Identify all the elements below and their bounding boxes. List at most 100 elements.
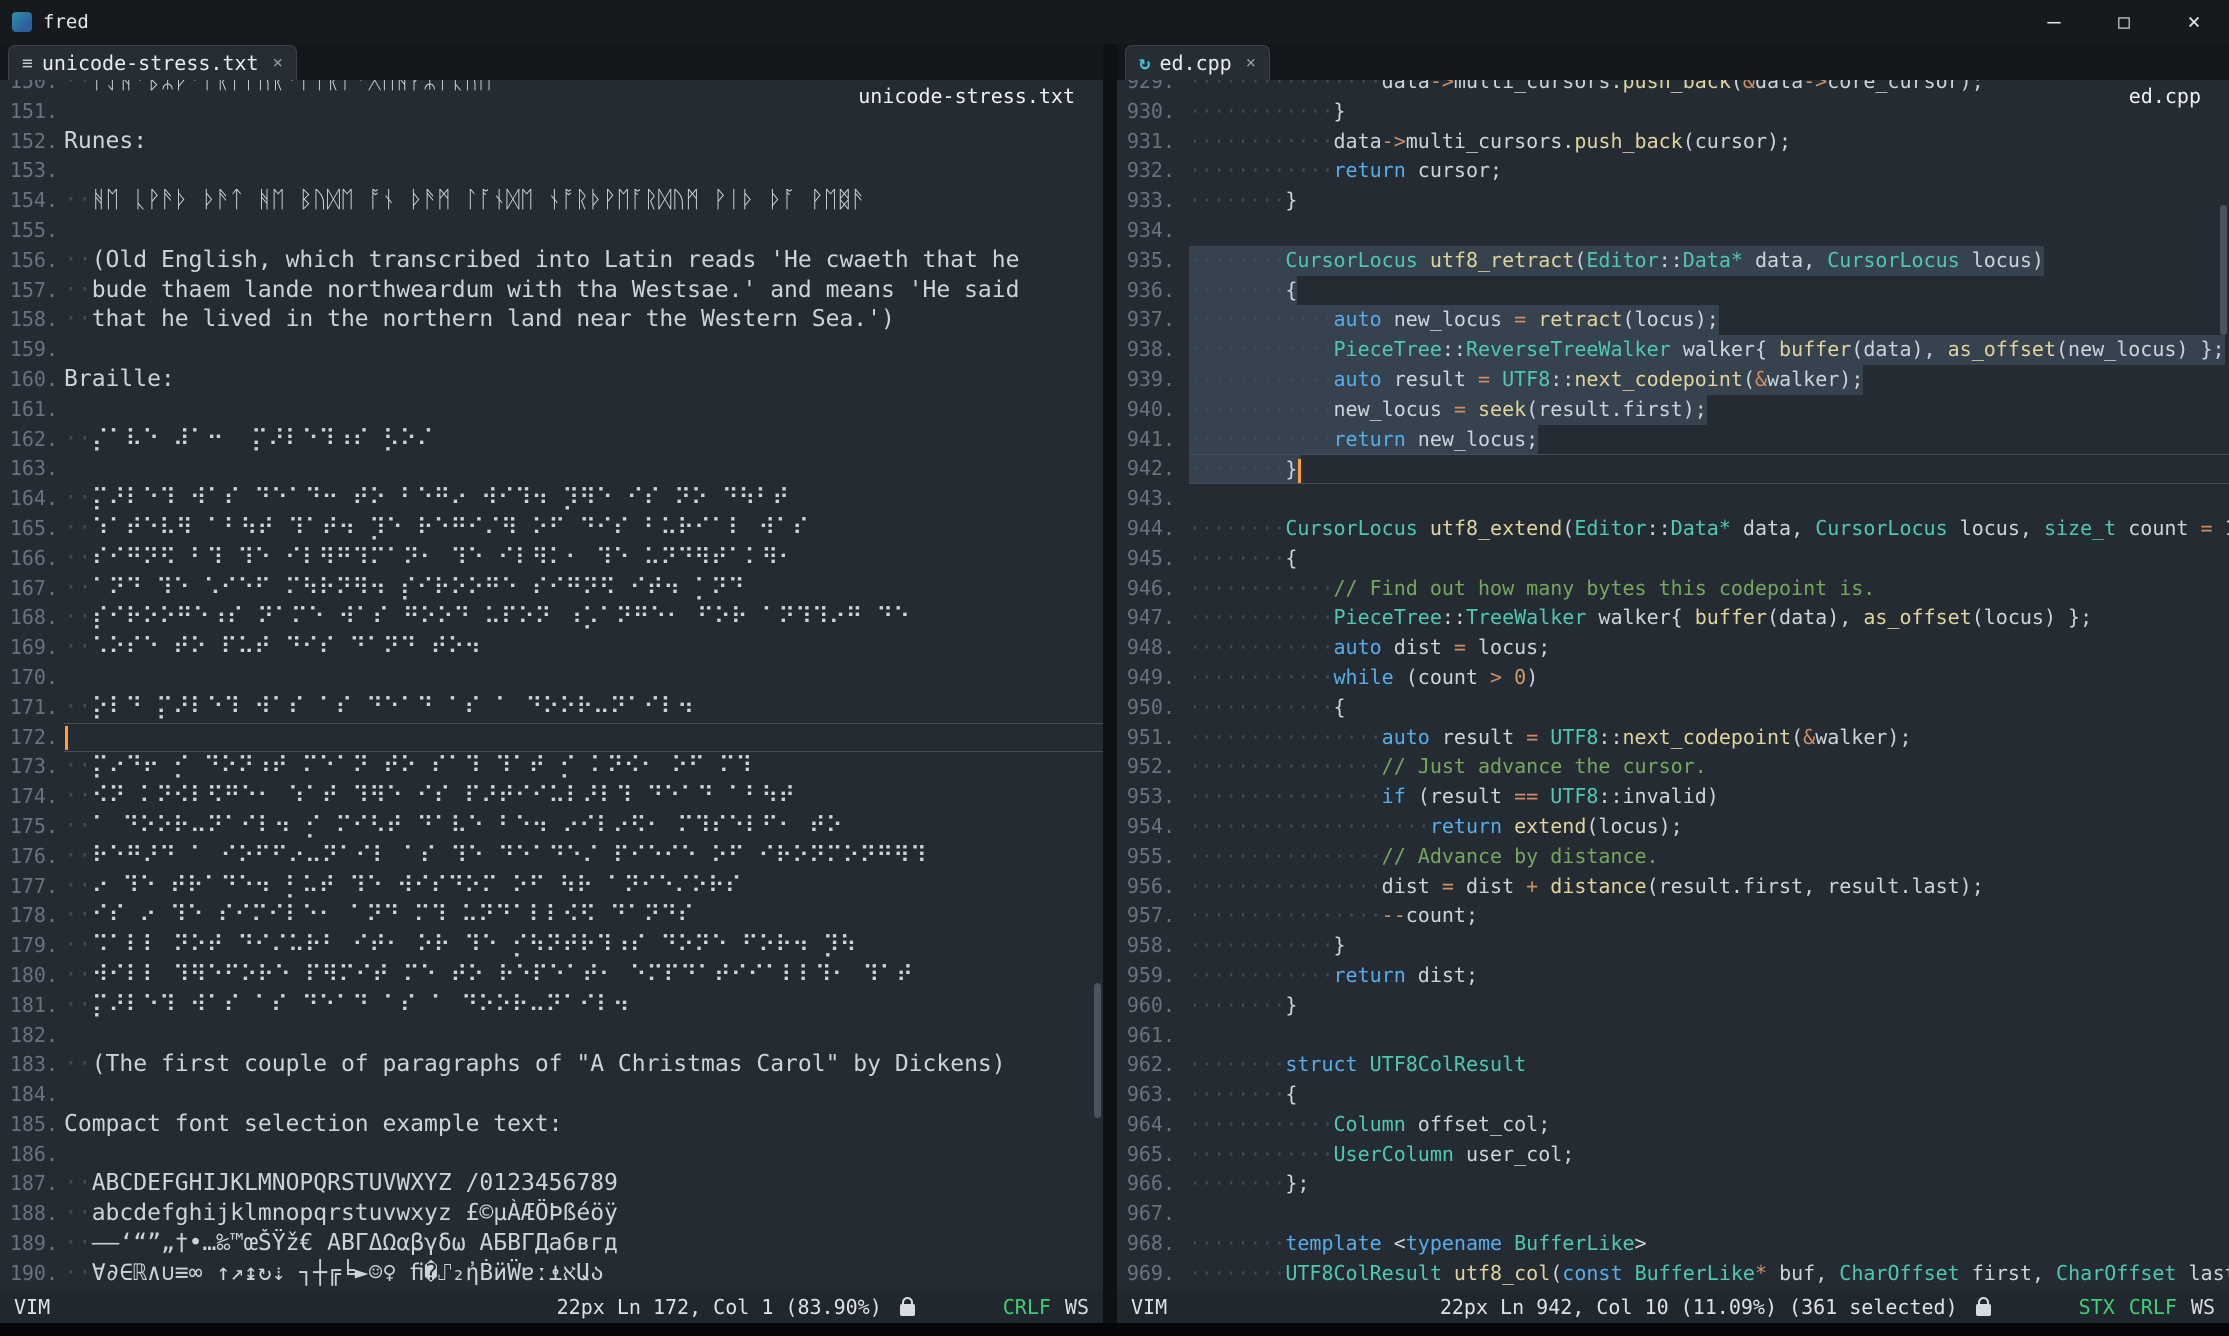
left-scrollbar-thumb[interactable]: [1094, 983, 1101, 1118]
code-line[interactable]: ··⡌⠁⠧⠑ ⠼⠁⠒ ⡍⠜⠇⠑⠹⠰⠎ ⡣⠕⠌: [64, 425, 1103, 455]
code-line[interactable]: ················// Advance by distance.: [1189, 842, 2229, 872]
code-line[interactable]: ················--count;: [1189, 901, 2229, 931]
token: ⠊⠎ ⠔ ⠹⠑ ⠎⠊⠍⠊⠇⠑⠂ ⠁⠝⠙ ⠍⠹ ⠥⠝⠙⠁⠇⠇⠪⠫ ⠙⠁⠝⠙⠎: [92, 902, 694, 928]
tab-unicode-stress-txt[interactable]: ≡ unicode-stress.txt ×: [8, 45, 297, 80]
code-line[interactable]: ················// Just advance the curs…: [1189, 752, 2229, 782]
code-line[interactable]: ··ᚻᛖ ᚳᚹᚫᚦ ᚦᚫᛏ ᚻᛖ ᛒᚢᛞᛖ ᚩᚾ ᚦᚫᛗ ᛚᚪᚾᛞᛖ ᚾᚩᚱᚦᚹ…: [64, 186, 1103, 216]
code-line[interactable]: ············auto result = UTF8::next_cod…: [1189, 365, 2229, 395]
code-line[interactable]: [1189, 1199, 2229, 1229]
code-line[interactable]: ········{: [1189, 544, 2229, 574]
code-line[interactable]: ············new_locus = seek(result.firs…: [1189, 395, 2229, 425]
code-line[interactable]: [1189, 1021, 2229, 1051]
code-line[interactable]: ··ABCDEFGHIJKLMNOPQRSTUVWXYZ /0123456789: [64, 1169, 1103, 1199]
code-line[interactable]: [64, 216, 1103, 246]
editor-row: 936.········{: [1117, 276, 2229, 306]
code-line[interactable]: [64, 1021, 1103, 1051]
code-line[interactable]: [64, 663, 1103, 693]
left-editor-area[interactable]: unicode-stress.txt 150.··ᚠᛇᚻ᛫ᛒᛦᚦ᛫ᚠᚱᚩᚠᚢᚱ᛫…: [0, 80, 1103, 1291]
code-line[interactable]: ········CursorLocus utf8_retract(Editor:…: [1189, 246, 2229, 276]
code-line[interactable]: ············// Find out how many bytes t…: [1189, 574, 2229, 604]
code-line[interactable]: ················auto result = UTF8::next…: [1189, 723, 2229, 753]
code-line[interactable]: ··bude thaem lande northweardum with tha…: [64, 276, 1103, 306]
editor-row: 943.: [1117, 484, 2229, 514]
pane-divider[interactable]: [1103, 44, 1117, 1323]
right-editor-area[interactable]: ed.cpp 929.················data->multi_c…: [1117, 80, 2229, 1291]
close-button[interactable]: ×: [2159, 0, 2229, 44]
code-line[interactable]: ··⠔ ⠹⠑ ⠞⠗⠁⠙⠑⠲ ⡃⠥⠞ ⠹⠑ ⠺⠊⠎⠙⠕⠍ ⠕⠋ ⠳⠗ ⠁⠝⠊⠑⠌⠕…: [64, 872, 1103, 902]
code-line[interactable]: ············auto dist = locus;: [1189, 633, 2229, 663]
right-scrollbar-thumb[interactable]: [2220, 205, 2227, 335]
code-line[interactable]: ··(The first couple of paragraphs of "A …: [64, 1050, 1103, 1080]
code-line[interactable]: ············UserColumn user_col;: [1189, 1140, 2229, 1170]
code-line[interactable]: ··–—‘“”„†•…‰™œŠŸž€ ΑΒΓΔΩαβγδω АБВГДабвгд: [64, 1229, 1103, 1259]
whitespace-dots: ············: [1189, 367, 1334, 391]
code-line[interactable]: ············while (count > 0): [1189, 663, 2229, 693]
code-line[interactable]: Braille:: [64, 365, 1103, 395]
code-line[interactable]: [1189, 216, 2229, 246]
code-line[interactable]: ········UTF8ColResult utf8_col(const Buf…: [1189, 1259, 2229, 1289]
code-line[interactable]: ········template <typename BufferLike>: [1189, 1229, 2229, 1259]
code-line[interactable]: ············Column offset_col;: [1189, 1110, 2229, 1140]
code-line[interactable]: [64, 723, 1103, 753]
editor-row: 176.··⠗⠑⠛⠜⠙ ⠁ ⠊⠕⠋⠋⠔⠤⠝⠁⠊⠇ ⠁⠎ ⠹⠑ ⠙⠑⠁⠙⠑⠌ ⠏⠊…: [0, 842, 1103, 872]
code-line[interactable]: ········CursorLocus utf8_extend(Editor::…: [1189, 514, 2229, 544]
code-line[interactable]: [1189, 484, 2229, 514]
code-line[interactable]: ············PieceTree::ReverseTreeWalker…: [1189, 335, 2229, 365]
code-line[interactable]: ··⠊⠎ ⠔ ⠹⠑ ⠎⠊⠍⠊⠇⠑⠂ ⠁⠝⠙ ⠍⠹ ⠥⠝⠙⠁⠇⠇⠪⠫ ⠙⠁⠝⠙⠎: [64, 901, 1103, 931]
token: ∀∂∈ℝ∧∪≡∞ ↑↗↨↻⇣ ┐┼╔╘►☺♀ ﬁ�⑀₂ἠḂӥẄɐː⍎אԱა: [92, 1260, 604, 1286]
code-line[interactable]: ··abcdefghijklmnopqrstuvwxyz £©µÀÆÖÞßéöÿ: [64, 1199, 1103, 1229]
code-line[interactable]: ············}: [1189, 931, 2229, 961]
minimize-button[interactable]: —: [2019, 0, 2089, 44]
code-line[interactable]: ··∀∂∈ℝ∧∪≡∞ ↑↗↨↻⇣ ┐┼╔╘►☺♀ ﬁ�⑀₂ἠḂӥẄɐː⍎אԱა: [64, 1259, 1103, 1289]
code-line[interactable]: [64, 335, 1103, 365]
code-line[interactable]: ··⠱⠁⠞⠑⠧⠻ ⠁⠃⠳⠞ ⠹⠁⠞⠲ ⡹⠑ ⠗⠑⠛⠊⠌⠻ ⠕⠋ ⠙⠊⠎ ⠃⠥⠗⠊…: [64, 514, 1103, 544]
code-line[interactable]: ············return cursor;: [1189, 156, 2229, 186]
whitespace-dots: ··: [64, 992, 92, 1018]
code-line[interactable]: ············auto new_locus = retract(loc…: [1189, 305, 2229, 335]
code-line[interactable]: ········}: [1189, 186, 2229, 216]
code-line[interactable]: ··⠁ ⠙⠕⠕⠗⠤⠝⠁⠊⠇⠲ ⡊ ⠍⠊⠣⠞ ⠙⠁⠧⠑ ⠃⠑⠲ ⠔⠊⠇⠔⠫⠂ ⠍⠹…: [64, 812, 1103, 842]
code-line[interactable]: ··⠪⠝ ⠅⠝⠪⠇⠫⠛⠑⠂ ⠱⠁⠞ ⠹⠻⠑ ⠊⠎ ⠏⠜⠞⠊⠊⠥⠇⠜⠇⠹ ⠙⠑⠁⠙…: [64, 782, 1103, 812]
code-line[interactable]: ········struct UTF8ColResult: [1189, 1050, 2229, 1080]
tab-close-icon[interactable]: ×: [1246, 53, 1256, 73]
code-line[interactable]: ··⡕⠇⠙ ⡍⠜⠇⠑⠹ ⠺⠁⠎ ⠁⠎ ⠙⠑⠁⠙ ⠁⠎ ⠁ ⠙⠕⠕⠗⠤⠝⠁⠊⠇⠲: [64, 693, 1103, 723]
code-line[interactable]: [64, 1140, 1103, 1170]
code-line[interactable]: ····················return extend(locus)…: [1189, 812, 2229, 842]
tab-close-icon[interactable]: ×: [273, 53, 283, 73]
code-line[interactable]: Compact font selection example text:: [64, 1110, 1103, 1140]
tab-ed-cpp[interactable]: ↻ ed.cpp ×: [1125, 45, 1270, 80]
code-line[interactable]: ········{: [1189, 1080, 2229, 1110]
code-line[interactable]: ··⡎⠊⠗⠕⠕⠛⠑⠰⠎ ⠝⠁⠍⠑ ⠺⠁⠎ ⠛⠕⠕⠙ ⠥⠏⠕⠝ ⠰⡡⠁⠝⠛⠑⠂ ⠋…: [64, 603, 1103, 633]
code-line[interactable]: ················dist = dist + distance(r…: [1189, 872, 2229, 902]
code-text: ··abcdefghijklmnopqrstuvwxyz £©µÀÆÖÞßéöÿ: [64, 1199, 618, 1229]
code-line[interactable]: ··⡍⠜⠇⠑⠹ ⠺⠁⠎ ⠙⠑⠁⠙⠒ ⠞⠕ ⠃⠑⠛⠔ ⠺⠊⠹⠲ ⡹⠻⠑ ⠊⠎ ⠝⠕…: [64, 484, 1103, 514]
code-line[interactable]: ··⠗⠑⠛⠜⠙ ⠁ ⠊⠕⠋⠋⠔⠤⠝⠁⠊⠇ ⠁⠎ ⠹⠑ ⠙⠑⠁⠙⠑⠌ ⠏⠊⠑⠊⠑ …: [64, 842, 1103, 872]
code-line[interactable]: ··⠡⠕⠎⠑ ⠞⠕ ⠏⠥⠞ ⠙⠊⠎ ⠙⠁⠝⠙ ⠞⠕⠲: [64, 633, 1103, 663]
code-line[interactable]: ········{: [1189, 276, 2229, 306]
code-line[interactable]: Runes:: [64, 127, 1103, 157]
code-line[interactable]: ············return dist;: [1189, 961, 2229, 991]
code-line[interactable]: ··⠁⠝⠙ ⠹⠑ ⠡⠊⠑⠋ ⠍⠳⠗⠝⠻⠲ ⡎⠊⠗⠕⠕⠛⠑ ⠎⠊⠛⠝⠫ ⠊⠞⠲ ⡁…: [64, 574, 1103, 604]
code-line[interactable]: [64, 454, 1103, 484]
code-line[interactable]: ············}: [1189, 97, 2229, 127]
code-line[interactable]: ················data->multi_cursors.push…: [1189, 80, 2229, 97]
code-line[interactable]: ··⠩⠁⠇⠇ ⠝⠕⠞ ⠙⠊⠌⠥⠗⠃ ⠊⠞⠂ ⠕⠗ ⠹⠑ ⡊⠳⠝⠞⠗⠹⠰⠎ ⠙⠕⠝…: [64, 931, 1103, 961]
maximize-button[interactable]: □: [2089, 0, 2159, 44]
code-line[interactable]: ········}: [1189, 454, 2229, 484]
code-line[interactable]: ········}: [1189, 991, 2229, 1021]
code-line[interactable]: ··that he lived in the northern land nea…: [64, 305, 1103, 335]
code-line[interactable]: ··⡍⠔⠙⠖ ⡊ ⠙⠕⠝⠰⠞ ⠍⠑⠁⠝ ⠞⠕ ⠎⠁⠹ ⠹⠁⠞ ⡊ ⠅⠝⠪⠂ ⠕⠋…: [64, 752, 1103, 782]
code-line[interactable]: [64, 1080, 1103, 1110]
code-line[interactable]: [64, 395, 1103, 425]
code-line[interactable]: ··⡍⠜⠇⠑⠹ ⠺⠁⠎ ⠁⠎ ⠙⠑⠁⠙ ⠁⠎ ⠁ ⠙⠕⠕⠗⠤⠝⠁⠊⠇⠲: [64, 991, 1103, 1021]
code-line[interactable]: ············PieceTree::TreeWalker walker…: [1189, 603, 2229, 633]
code-line[interactable]: ············return new_locus;: [1189, 425, 2229, 455]
code-line[interactable]: ················if (result == UTF8::inva…: [1189, 782, 2229, 812]
code-line[interactable]: ··(Old English, which transcribed into L…: [64, 246, 1103, 276]
code-line[interactable]: ············{: [1189, 693, 2229, 723]
code-line[interactable]: ············data->multi_cursors.push_bac…: [1189, 127, 2229, 157]
code-line[interactable]: ··⠎⠊⠛⠝⠫ ⠃⠹ ⠹⠑ ⠊⠇⠻⠛⠹⠍⠁⠝⠂ ⠹⠑ ⠊⠇⠻⠅⠂ ⠹⠑ ⠥⠝⠙⠻…: [64, 544, 1103, 574]
code-line[interactable]: [64, 156, 1103, 186]
code-line[interactable]: ··⠺⠊⠇⠇ ⠹⠻⠑⠋⠕⠗⠑ ⠏⠻⠍⠊⠞ ⠍⠑ ⠞⠕ ⠗⠑⠏⠑⠁⠞⠂ ⠑⠍⠏⠙⠁…: [64, 961, 1103, 991]
code-line[interactable]: ········};: [1189, 1169, 2229, 1199]
